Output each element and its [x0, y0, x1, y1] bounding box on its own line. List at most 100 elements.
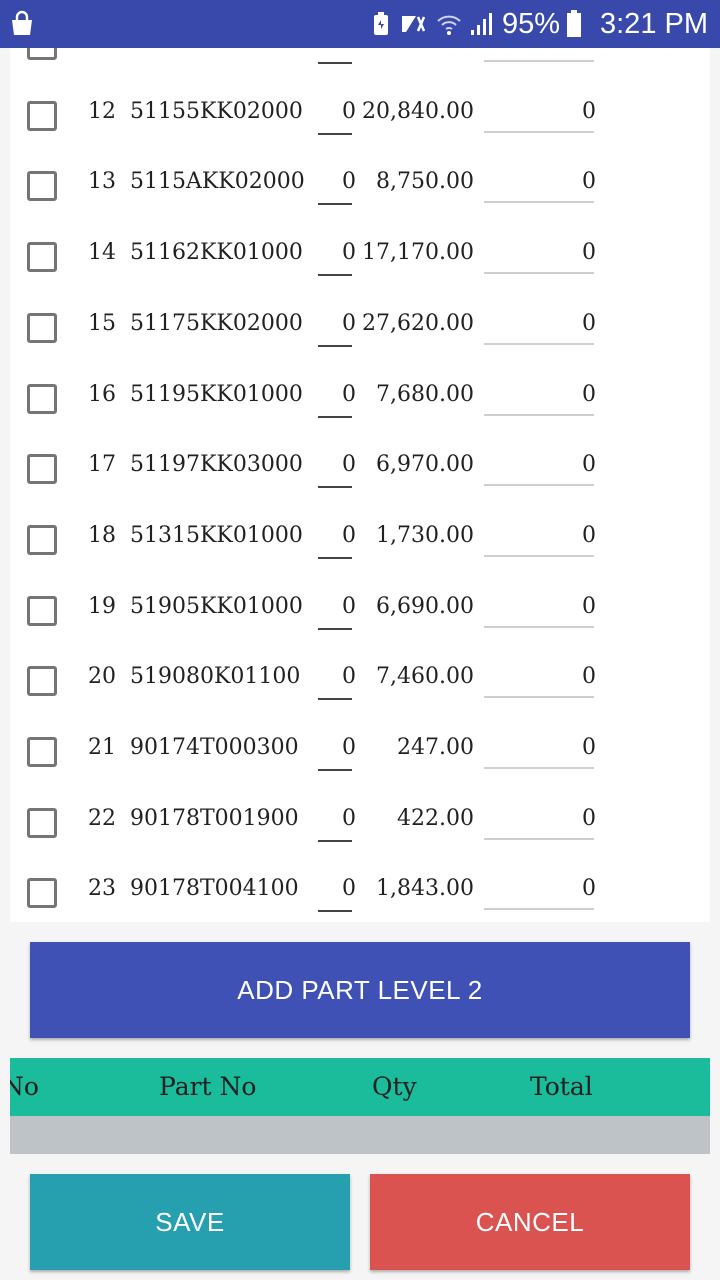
row-number: 23: [88, 876, 116, 902]
total-input-underline: [484, 767, 594, 769]
total-input[interactable]: 0: [484, 169, 596, 194]
wifi-icon: [436, 11, 462, 37]
part-number: 51315KK01000: [130, 522, 303, 548]
part-row[interactable]: 20 519080K01100 0 7,460.00 0: [10, 640, 710, 711]
add-part-level-2-button[interactable]: ADD PART LEVEL 2: [30, 942, 690, 1038]
shopping-bag-icon: [12, 10, 32, 35]
part-number: 51197KK03000: [130, 452, 303, 478]
qty-input[interactable]: 0: [316, 169, 356, 194]
qty-input-underline: [318, 627, 352, 630]
qty-input-underline: [318, 839, 352, 842]
row-number: 22: [88, 805, 116, 831]
row-checkbox[interactable]: [27, 171, 57, 202]
total-input[interactable]: 0: [484, 806, 596, 831]
part-row[interactable]: 13 5115AKK02000 0 8,750.00 0: [10, 145, 710, 216]
qty-input-underline: [318, 910, 352, 913]
row-checkbox[interactable]: [27, 312, 57, 343]
total-input[interactable]: 0: [484, 240, 596, 265]
row-number: 13: [88, 169, 116, 195]
qty-input[interactable]: 0: [316, 311, 356, 336]
part-row[interactable]: 12 51155KK02000 0 20,840.00 0: [10, 75, 710, 146]
total-input-underline: [484, 342, 594, 345]
column-header-part-no: Part No: [159, 1072, 257, 1101]
total-input-underline: [484, 554, 594, 557]
parts-list[interactable]: 12 51155KK02000 0 20,840.00 0 13 5115AKK02000 0…: [10, 48, 710, 922]
part-number: 90174T000300: [130, 735, 299, 760]
part-number: 51155KK02000: [130, 98, 303, 124]
qty-input[interactable]: 0: [316, 806, 356, 831]
unit-price: 6,970.00: [376, 452, 474, 478]
row-checkbox[interactable]: [27, 595, 57, 626]
row-checkbox[interactable]: [27, 100, 57, 131]
qty-input-underline: [318, 415, 352, 418]
part-row[interactable]: 16 51195KK01000 0 7,680.00 0: [10, 358, 710, 429]
part-row[interactable]: 15 51175KK02000 0 27,620.00 0: [10, 287, 710, 358]
save-button[interactable]: SAVE: [30, 1174, 350, 1270]
part-row[interactable]: 21 90174T000300 0 247.00 0: [10, 711, 710, 782]
total-input[interactable]: 0: [484, 311, 596, 336]
qty-input[interactable]: 0: [316, 735, 356, 760]
row-number: 20: [88, 664, 116, 690]
part-row[interactable]: 23 90178T004100 0 1,843.00 0: [10, 852, 710, 922]
total-input[interactable]: 0: [484, 664, 596, 689]
qty-input[interactable]: 0: [316, 240, 356, 265]
part-row[interactable]: 22 90178T001900 0 422.00 0: [10, 782, 710, 853]
unit-price: 17,170.00: [362, 240, 474, 266]
part-row[interactable]: 18 51315KK01000 0 1,730.00 0: [10, 499, 710, 570]
total-input[interactable]: 0: [484, 523, 596, 548]
qty-input-underline: [318, 556, 352, 559]
part-number: 51905KK01000: [130, 593, 303, 619]
row-checkbox[interactable]: [27, 454, 57, 485]
total-input[interactable]: 0: [484, 382, 596, 407]
qty-input[interactable]: 0: [316, 876, 356, 901]
vibrate-mute-icon: [398, 12, 428, 36]
part-row[interactable]: 19 51905KK01000 0 6,690.00 0: [10, 570, 710, 641]
qty-input[interactable]: 0: [316, 664, 356, 689]
part-number: 51195KK01000: [130, 381, 303, 407]
qty-input[interactable]: 0: [316, 594, 356, 619]
total-input[interactable]: 0: [484, 876, 596, 901]
battery-saver-icon: [372, 12, 390, 36]
unit-price: 422.00: [397, 805, 474, 831]
unit-price: 6,690.00: [376, 593, 474, 619]
row-checkbox[interactable]: [27, 737, 57, 767]
row-checkbox[interactable]: [27, 878, 57, 909]
battery-icon: [566, 10, 582, 38]
part-number: 90178T004100: [130, 876, 299, 902]
qty-input-underline: [318, 344, 352, 347]
qty-input[interactable]: 0: [316, 523, 356, 548]
column-header-no: No: [10, 1072, 39, 1101]
total-input[interactable]: 0: [484, 99, 596, 124]
row-number: 12: [88, 98, 116, 124]
status-bar: 95% 3:21 PM: [0, 0, 720, 48]
unit-price: 1,730.00: [376, 522, 474, 548]
row-number: 16: [88, 381, 116, 407]
row-number: 21: [88, 735, 116, 760]
unit-price: 7,680.00: [376, 381, 474, 407]
row-checkbox[interactable]: [27, 666, 57, 697]
part-row[interactable]: 14 51162KK01000 0 17,170.00 0: [10, 216, 710, 287]
row-checkbox[interactable]: [27, 524, 57, 555]
column-header-qty: Qty: [372, 1072, 417, 1101]
row-checkbox[interactable]: [27, 383, 57, 414]
total-input[interactable]: 0: [484, 452, 596, 477]
column-header-total: Total: [530, 1072, 593, 1101]
battery-percent: 95%: [501, 7, 560, 40]
row-checkbox[interactable]: [27, 48, 57, 60]
qty-input[interactable]: 0: [316, 452, 356, 477]
row-checkbox[interactable]: [27, 807, 57, 838]
cancel-button[interactable]: CANCEL: [370, 1174, 690, 1270]
row-number: 19: [88, 593, 116, 619]
qty-input[interactable]: 0: [316, 99, 356, 124]
qty-input[interactable]: 0: [316, 382, 356, 407]
unit-price: 8,750.00: [376, 169, 474, 195]
part-row[interactable]: [10, 48, 710, 75]
part-row[interactable]: 17 51197KK03000 0 6,970.00 0: [10, 428, 710, 499]
part-number: 51175KK02000: [130, 310, 303, 336]
row-checkbox[interactable]: [27, 242, 57, 273]
total-input-underline: [484, 837, 594, 840]
total-input-underline: [484, 272, 594, 275]
clock: 3:21 PM: [600, 7, 708, 40]
total-input[interactable]: 0: [484, 735, 596, 760]
total-input[interactable]: 0: [484, 594, 596, 619]
